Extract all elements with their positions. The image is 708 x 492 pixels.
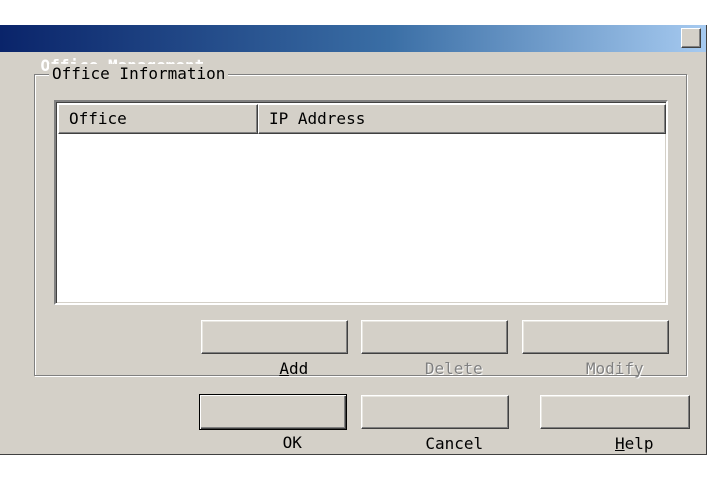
delete-accel: D — [424, 359, 435, 378]
modify-accel: M — [585, 359, 596, 378]
help-accel: H — [614, 434, 625, 453]
delete-button[interactable]: Delete — [361, 320, 508, 378]
list-header: Office IP Address — [58, 104, 666, 134]
title-bar[interactable]: Office Management ✕ — [0, 25, 706, 75]
office-management-dialog: Office Management ✕ Office Information O… — [0, 25, 707, 455]
help-label: elp — [624, 434, 654, 453]
cancel-label: Cancel — [425, 434, 484, 453]
cancel-button[interactable]: Cancel — [361, 395, 509, 453]
group-legend: Office Information — [49, 64, 229, 84]
column-header-office[interactable]: Office — [58, 104, 258, 134]
delete-label: elete — [434, 359, 483, 378]
add-accel: A — [279, 359, 289, 378]
modify-button[interactable]: Modify — [522, 320, 669, 378]
help-button[interactable]: Help — [540, 395, 690, 453]
column-header-ip-address[interactable]: IP Address — [258, 104, 666, 134]
office-list[interactable]: Office IP Address — [54, 100, 668, 305]
ok-label: OK — [282, 433, 302, 452]
add-label: dd — [288, 359, 309, 378]
close-button[interactable]: ✕ — [681, 28, 701, 48]
add-button[interactable]: Add — [201, 320, 348, 378]
modify-label: odify — [595, 359, 644, 378]
ok-button[interactable]: OK — [199, 394, 347, 452]
